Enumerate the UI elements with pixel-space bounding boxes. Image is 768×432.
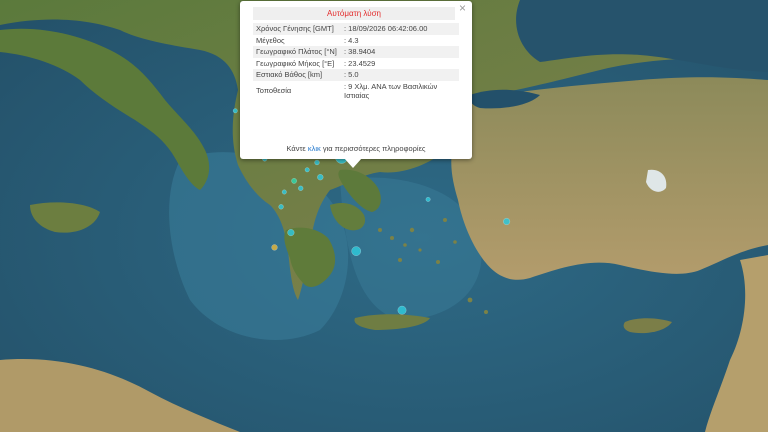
table-row: Γεωγραφικό Μήκος [°E] : 23.4529 xyxy=(253,58,459,70)
more-info-link[interactable]: κλικ xyxy=(308,144,321,153)
table-row: Μέγεθος : 4.3 xyxy=(253,35,459,47)
earthquake-marker[interactable] xyxy=(314,159,320,166)
location-value: : 9 Χλμ. ΑΝΑ των Βασιλικών Ιστιαίας xyxy=(344,81,438,101)
latitude-value: : 38.9404 xyxy=(341,46,459,58)
magnitude-label: Μέγεθος xyxy=(256,35,285,45)
earthquake-marker[interactable] xyxy=(281,189,287,195)
earthquake-marker[interactable] xyxy=(271,244,278,251)
more-info-line: Κάντε κλικ για περισσότερες πληροφορίες xyxy=(240,144,472,153)
earthquake-info-table: Χρόνος Γένησης [GMT]: 18/09/2026 06:42:0… xyxy=(253,23,459,102)
earthquake-marker[interactable] xyxy=(351,246,362,256)
depth-value: : 5.0 xyxy=(341,69,459,81)
more-info-suffix: για περισσότερες πληροφορίες xyxy=(320,144,426,153)
longitude-label: Γεωγραφικό Μήκος [°E] xyxy=(256,58,335,68)
earthquake-marker[interactable] xyxy=(298,185,304,191)
table-row: Τοποθεσία : 9 Χλμ. ΑΝΑ των Βασιλικών Ιστι… xyxy=(253,81,459,102)
earthquake-marker[interactable] xyxy=(278,204,284,210)
earthquake-popup: × Αυτόματη λύση Χρόνος Γένησης [GMT]: 18… xyxy=(240,1,472,159)
popup-pointer xyxy=(344,158,362,168)
earthquake-marker[interactable] xyxy=(425,196,431,202)
table-row: Γεωγραφικό Πλάτος [°N]: 38.9404 xyxy=(253,46,459,58)
close-icon[interactable]: × xyxy=(459,2,466,14)
earthquake-marker[interactable] xyxy=(291,178,297,184)
popup-title: Αυτόματη λύση xyxy=(253,7,455,20)
origin-time-label: Χρόνος Γένησης [GMT] xyxy=(253,23,341,35)
depth-label: Εστιακό Βάθος [km] xyxy=(253,69,341,81)
table-row: Εστιακό Βάθος [km]: 5.0 xyxy=(253,69,459,81)
more-info-prefix: Κάντε xyxy=(286,144,308,153)
earthquake-marker[interactable] xyxy=(317,174,324,181)
longitude-value: : 23.4529 xyxy=(344,58,376,68)
location-label: Τοποθεσία xyxy=(256,86,292,96)
latitude-label: Γεωγραφικό Πλάτος [°N] xyxy=(253,46,341,58)
origin-time-value: : 18/09/2026 06:42:06.00 xyxy=(341,23,459,35)
earthquake-marker[interactable] xyxy=(304,167,310,173)
earthquake-marker[interactable] xyxy=(397,305,407,315)
earthquake-marker[interactable] xyxy=(232,108,238,114)
earthquake-marker[interactable] xyxy=(287,229,295,237)
table-row: Χρόνος Γένησης [GMT]: 18/09/2026 06:42:0… xyxy=(253,23,459,35)
earthquake-marker[interactable] xyxy=(503,217,511,226)
magnitude-value: : 4.3 xyxy=(344,35,359,45)
